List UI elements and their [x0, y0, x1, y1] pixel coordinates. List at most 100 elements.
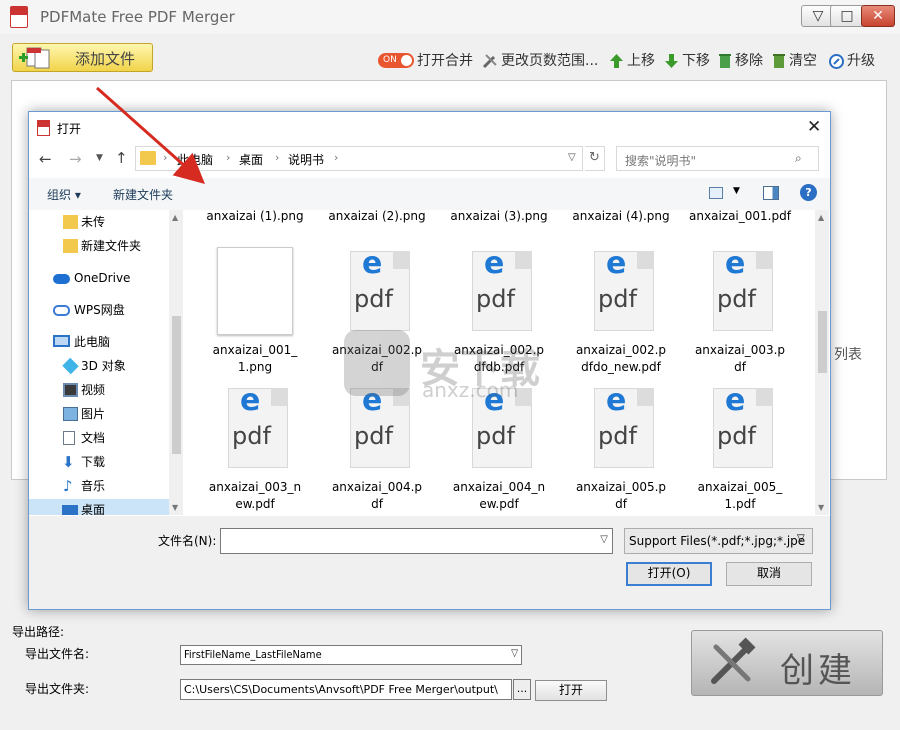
nav-item-new-folder[interactable]: 新建文件夹 — [29, 235, 169, 258]
edge-pdf-icon: e pdf — [472, 249, 532, 331]
file-name: anxaizai_003.pdf — [694, 343, 786, 374]
up-arrow-icon[interactable]: ↑ — [115, 149, 128, 167]
nav-label: 音乐 — [81, 479, 106, 493]
nav-label: 此电脑 — [74, 335, 111, 349]
forward-arrow-icon[interactable]: → — [69, 150, 82, 168]
file-item[interactable]: anxaizai (3).png — [444, 210, 554, 225]
recent-locations-chevron-icon[interactable]: ▼ — [96, 153, 103, 163]
file-name: anxaizai (4).png — [572, 210, 670, 223]
file-type-filter[interactable]: Support Files(*.pdf;*.jpg;*.jpe — [624, 528, 813, 554]
file-item[interactable]: anxaizai_001.pdf — [688, 210, 792, 225]
scroll-up-icon[interactable]: ▲ — [818, 213, 824, 222]
file-name: anxaizai_004.pdf — [331, 480, 423, 511]
chevron-down-icon[interactable]: ▽ — [600, 534, 608, 545]
file-item[interactable]: e pdf anxaizai_005_1.pdf — [688, 385, 792, 512]
view-chevron-down-icon[interactable]: ▼ — [733, 186, 740, 196]
breadcrumb-manual[interactable]: 说明书 — [288, 151, 324, 168]
file-item[interactable]: e pdf anxaizai_002.pdfdo_new.pdf — [566, 247, 676, 375]
scroll-down-icon[interactable]: ▼ — [818, 503, 824, 512]
watermark-shield-icon — [344, 330, 410, 396]
remove-button[interactable]: 移除 — [718, 50, 763, 70]
page-range-button[interactable]: 更改页数范围... — [482, 50, 598, 70]
help-icon[interactable]: ? — [800, 184, 817, 201]
upgrade-button[interactable]: 升级 — [829, 50, 875, 70]
file-item[interactable]: anxaizai (2).png — [322, 210, 432, 225]
app-title: PDFMate Free PDF Merger — [40, 8, 235, 26]
dialog-close-icon[interactable]: ✕ — [807, 117, 821, 137]
cancel-button[interactable]: 取消 — [726, 562, 812, 586]
file-scroll-thumb[interactable] — [818, 311, 827, 373]
file-item[interactable]: anxaizai (1).png — [200, 210, 310, 225]
move-down-button[interactable]: 下移 — [664, 50, 710, 70]
nav-scroll-thumb[interactable] — [172, 316, 181, 454]
title-bar: PDFMate Free PDF Merger ▽ □ ✕ — [0, 0, 900, 34]
video-icon — [63, 383, 78, 397]
nav-label: 桌面 — [81, 503, 106, 515]
nav-item-documents[interactable]: 文档 — [29, 427, 169, 450]
nav-item-downloads[interactable]: ⬇ 下载 — [29, 451, 169, 474]
open-button[interactable]: 打开(O) — [626, 562, 712, 586]
search-icon[interactable]: ⌕ — [795, 151, 802, 166]
nav-item-videos[interactable]: 视频 — [29, 379, 169, 402]
organize-menu[interactable]: 组织 ▾ — [47, 186, 81, 203]
wps-cloud-icon — [53, 305, 70, 316]
address-bar[interactable]: › 此电脑 › 桌面 › 说明书 › ▽ — [135, 146, 583, 171]
nav-item-pictures[interactable]: 图片 — [29, 403, 169, 426]
tools-icon — [482, 54, 497, 69]
nav-item-wps[interactable]: WPS网盘 — [29, 299, 169, 322]
edge-pdf-icon: e pdf — [228, 386, 288, 468]
export-filename-select[interactable]: FirstFileName_LastFileName ▽ — [180, 645, 522, 665]
file-item[interactable]: e pdf anxaizai_003.pdf — [688, 247, 792, 375]
address-dropdown-icon[interactable]: ▽ — [568, 152, 576, 163]
chevron-down-icon: ▽ — [511, 648, 518, 659]
edge-pdf-icon: e pdf — [594, 386, 654, 468]
browse-button[interactable]: ... — [513, 679, 531, 700]
create-button[interactable]: 创建 — [691, 630, 883, 696]
nav-label: 图片 — [81, 407, 106, 421]
export-folder-input[interactable]: C:\Users\CS\Documents\Anvsoft\PDF Free M… — [180, 679, 512, 700]
download-icon: ⬇ — [62, 453, 75, 471]
view-options-icon[interactable] — [709, 187, 723, 199]
remove-label: 移除 — [735, 53, 763, 69]
nav-label: 3D 对象 — [81, 359, 126, 373]
search-input[interactable]: 搜索"说明书" — [616, 146, 819, 171]
back-arrow-icon[interactable]: ← — [39, 150, 52, 168]
open-merge-toggle[interactable]: ON 打开合并 — [378, 50, 473, 70]
open-folder-button[interactable]: 打开 — [535, 680, 607, 701]
move-up-button[interactable]: 上移 — [609, 50, 655, 70]
export-name-label: 导出文件名: — [25, 647, 90, 661]
add-file-button[interactable]: 添加文件 — [12, 43, 153, 72]
file-name: anxaizai_004_new.pdf — [452, 480, 546, 511]
close-button[interactable]: ✕ — [861, 5, 895, 27]
breadcrumb-separator-icon: › — [334, 151, 339, 164]
nav-item-onedrive[interactable]: OneDrive — [29, 267, 169, 290]
file-item[interactable]: anxaizai (4).png — [566, 210, 676, 225]
maximize-button[interactable]: □ — [830, 5, 864, 27]
nav-item-this-pc[interactable]: 此电脑 — [29, 331, 169, 354]
toggle-on-icon: ON — [378, 52, 414, 68]
file-name: anxaizai (2).png — [328, 210, 426, 223]
nav-item-3d-objects[interactable]: 3D 对象 — [29, 355, 169, 378]
filename-input[interactable]: ▽ — [220, 528, 613, 554]
scroll-down-icon[interactable]: ▼ — [172, 503, 178, 512]
scroll-up-icon[interactable]: ▲ — [172, 213, 178, 222]
breadcrumb-this-pc[interactable]: 此电脑 — [177, 151, 213, 168]
refresh-icon[interactable]: ↻ — [585, 146, 605, 171]
nav-label: 未传 — [81, 215, 106, 229]
file-item[interactable]: anxaizai_001_1.png — [200, 247, 310, 374]
nav-item-weichuan[interactable]: 未传 — [29, 211, 169, 234]
chevron-down-icon[interactable]: ▽ — [797, 533, 805, 544]
navigation-pane: 未传 新建文件夹 OneDrive WPS网盘 此电脑 3D 对象 视频 图片 … — [29, 210, 184, 515]
file-item[interactable]: e pdf anxaizai_003_new.pdf — [200, 385, 310, 512]
clear-button[interactable]: 清空 — [772, 50, 817, 70]
new-folder-button[interactable]: 新建文件夹 — [113, 186, 173, 203]
edge-pdf-icon: e pdf — [350, 249, 410, 331]
upgrade-icon — [829, 53, 844, 69]
breadcrumb-desktop[interactable]: 桌面 — [239, 151, 263, 168]
preview-pane-icon[interactable] — [763, 186, 779, 200]
nav-item-music[interactable]: ♪ 音乐 — [29, 475, 169, 498]
add-file-label: 添加文件 — [75, 50, 136, 68]
file-item[interactable]: e pdf anxaizai_005.pdf — [566, 385, 676, 512]
nav-item-desktop[interactable]: 桌面 — [29, 499, 169, 515]
file-name: anxaizai (3).png — [450, 210, 548, 223]
